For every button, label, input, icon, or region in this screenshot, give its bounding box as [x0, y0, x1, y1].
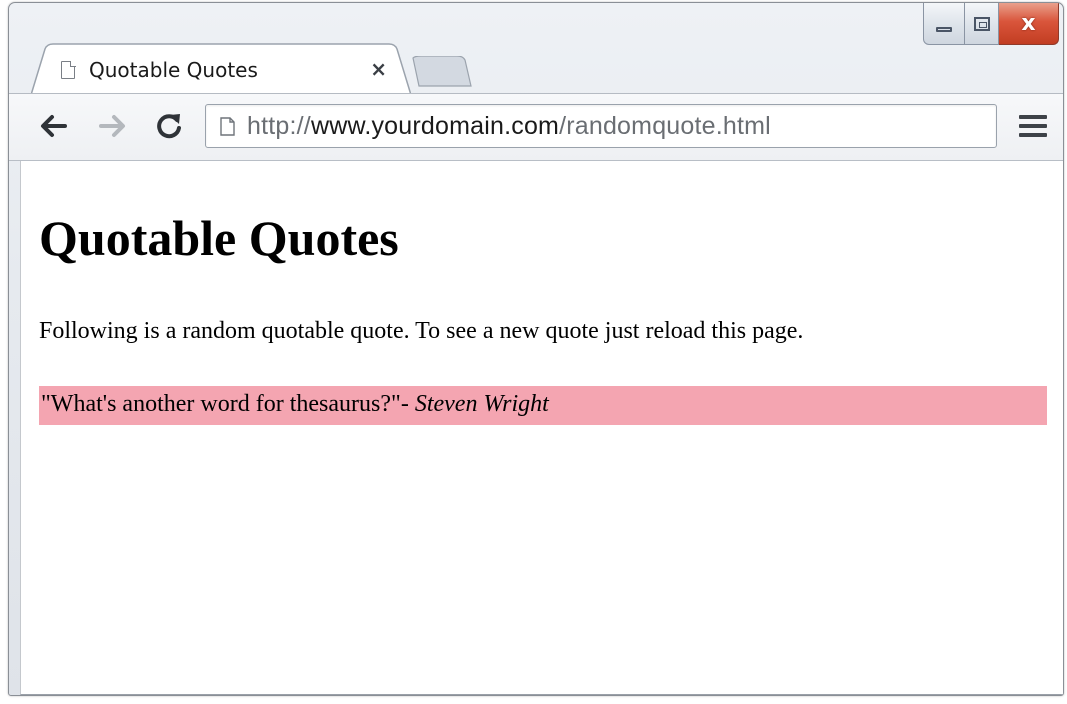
reload-button[interactable] — [151, 108, 187, 144]
close-icon: x — [1021, 10, 1036, 36]
forward-button[interactable] — [95, 108, 131, 144]
tab-strip: Quotable Quotes × — [9, 3, 1063, 95]
forward-arrow-icon — [99, 115, 125, 137]
back-button[interactable] — [35, 108, 71, 144]
page-title: Quotable Quotes — [39, 210, 399, 266]
minimize-button[interactable] — [923, 3, 965, 45]
tab-title: Quotable Quotes — [89, 58, 258, 82]
quote-text: "What's another word for thesaurus?" — [41, 391, 401, 417]
quote-separator: - — [400, 391, 415, 417]
page-icon — [220, 116, 235, 136]
browser-window: Quotable Quotes × x http://www.yourdomai… — [8, 2, 1064, 696]
reload-icon — [157, 114, 181, 139]
browser-toolbar: http://www.yourdomain.com/randomquote.ht… — [9, 93, 1063, 161]
url-scheme: http:// — [247, 111, 311, 140]
url-path: /randomquote.html — [559, 111, 771, 140]
url-host: www.yourdomain.com — [310, 111, 560, 140]
address-bar[interactable]: http://www.yourdomain.com/randomquote.ht… — [205, 104, 997, 148]
minimize-icon — [936, 27, 952, 32]
back-arrow-icon — [41, 115, 67, 137]
quote-author: Steven Wright — [414, 391, 549, 417]
maximize-icon — [973, 16, 990, 31]
quote-box: "What's another word for thesaurus?"- St… — [39, 386, 1047, 425]
tab-close-icon[interactable]: × — [370, 57, 387, 81]
menu-icon-bar — [1019, 133, 1047, 137]
close-window-button[interactable]: x — [999, 3, 1059, 45]
tab-quotable-quotes[interactable]: Quotable Quotes × — [31, 45, 403, 95]
menu-icon-bar — [1019, 124, 1047, 128]
menu-icon — [1019, 115, 1047, 119]
new-tab-button[interactable] — [411, 56, 473, 88]
page-icon — [61, 60, 76, 79]
url-text: http://www.yourdomain.com/randomquote.ht… — [247, 112, 771, 141]
intro-paragraph: Following is a random quotable quote. To… — [39, 318, 804, 344]
window-controls: x — [923, 3, 1059, 45]
maximize-button[interactable] — [965, 3, 999, 45]
page-viewport: Quotable Quotes Following is a random qu… — [20, 161, 1063, 695]
menu-button[interactable] — [1019, 110, 1047, 142]
